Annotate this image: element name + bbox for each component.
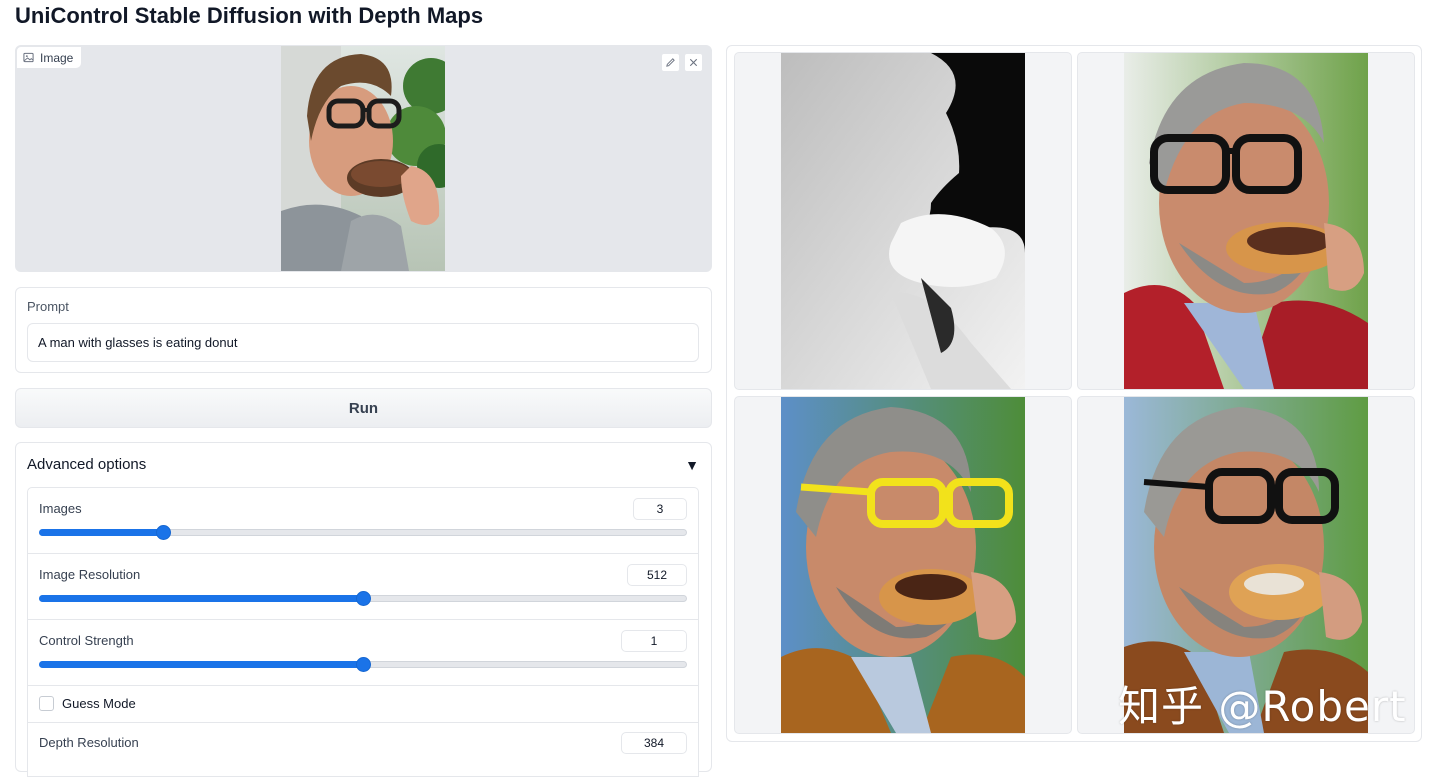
gallery-item[interactable] [1077, 52, 1415, 390]
slider-thumb[interactable] [155, 525, 171, 540]
slider-thumb[interactable] [356, 591, 371, 606]
slider-fill [39, 661, 362, 668]
edit-image-button[interactable] [661, 53, 680, 72]
images-number-input[interactable] [633, 498, 687, 520]
image-resolution-slider[interactable] [39, 591, 687, 606]
gallery-item[interactable] [734, 396, 1072, 734]
gallery-item[interactable] [734, 52, 1072, 390]
input-photo [281, 46, 445, 271]
generated-image-1 [1124, 53, 1368, 389]
clear-image-button[interactable] [684, 53, 703, 72]
advanced-options-toggle[interactable]: Advanced options ▼ [27, 456, 702, 476]
control-strength-number-input[interactable] [621, 630, 687, 652]
depth-resolution-slider-row: Depth Resolution [28, 723, 698, 783]
watermark: 知乎 @Robert [1118, 682, 1407, 731]
images-slider[interactable] [39, 525, 687, 540]
guess-mode-checkbox[interactable] [39, 696, 54, 711]
slider-fill [39, 595, 362, 602]
image-label-text: Image [40, 50, 74, 65]
pencil-icon [666, 58, 675, 67]
control-strength-slider[interactable] [39, 657, 687, 672]
slider-thumb[interactable] [356, 657, 371, 672]
image-resolution-label: Image Resolution [39, 567, 141, 582]
control-strength-label: Control Strength [39, 633, 134, 648]
generated-image-2 [781, 397, 1025, 733]
triangle-down-icon: ▼ [685, 457, 699, 473]
run-button[interactable]: Run [15, 388, 712, 428]
advanced-options-title: Advanced options [27, 456, 147, 473]
depth-map-image [781, 53, 1025, 389]
guess-mode-row: Guess Mode [28, 686, 698, 723]
image-resolution-number-input[interactable] [627, 564, 687, 586]
images-label: Images [39, 501, 82, 516]
close-icon [689, 58, 698, 67]
slider-fill [39, 529, 162, 536]
control-strength-slider-row: Control Strength [28, 620, 698, 686]
image-resolution-slider-row: Image Resolution [28, 554, 698, 620]
depth-resolution-label: Depth Resolution [39, 735, 139, 750]
page-title: UniControl Stable Diffusion with Depth M… [15, 3, 484, 28]
depth-resolution-number-input[interactable] [621, 732, 687, 754]
prompt-label: Prompt [27, 299, 69, 314]
image-input-label: Image [16, 46, 83, 69]
guess-mode-label[interactable]: Guess Mode [62, 696, 136, 711]
prompt-input[interactable] [27, 323, 699, 362]
image-icon [23, 52, 34, 63]
images-slider-row: Images [28, 488, 698, 554]
